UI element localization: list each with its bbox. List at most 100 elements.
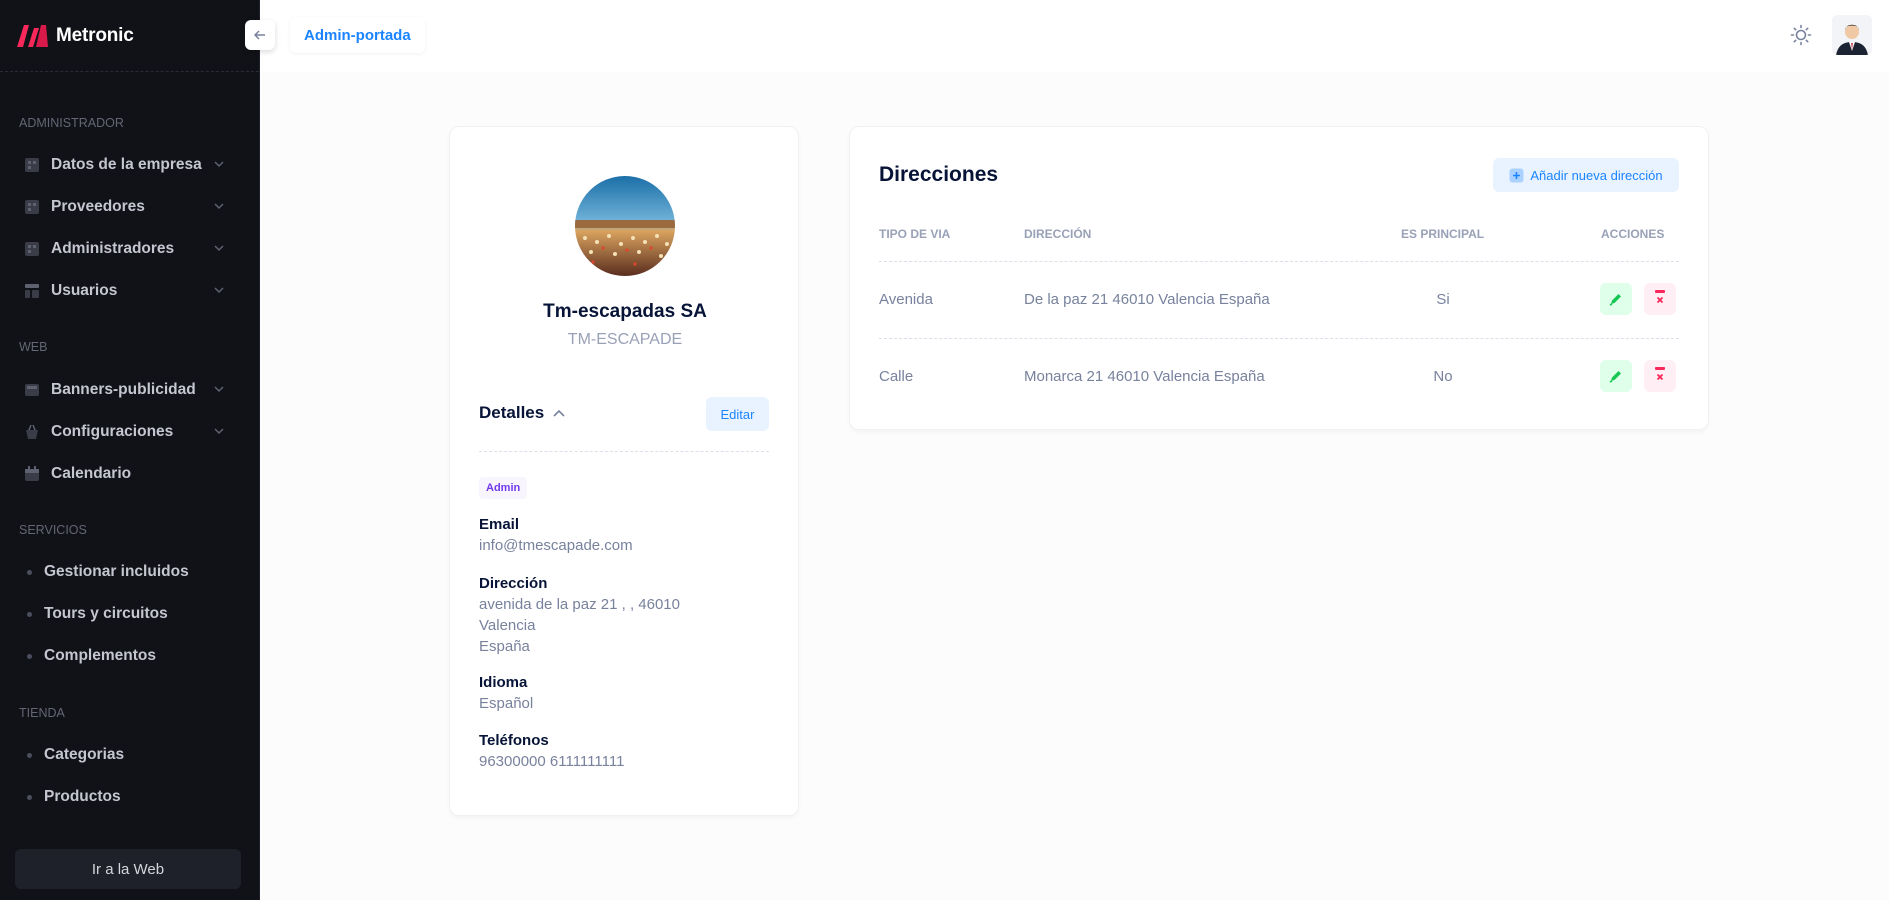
calendar-icon	[25, 466, 39, 481]
company-photo	[575, 176, 675, 276]
banner-icon	[25, 384, 39, 396]
add-address-button[interactable]: Añadir nueva dirección	[1493, 158, 1679, 192]
section-administrador: ADMINISTRADOR	[19, 116, 124, 130]
sidebar-item-label: Banners-publicidad	[51, 381, 196, 398]
row-principal: No	[1433, 368, 1453, 385]
delete-address-button[interactable]	[1644, 360, 1676, 392]
chevron-up-icon	[553, 409, 565, 417]
trash-icon	[1655, 290, 1665, 304]
details-toggle[interactable]: Detalles	[479, 403, 566, 423]
chevron-down-icon	[214, 245, 224, 252]
details-title: Detalles	[479, 403, 545, 422]
chevron-down-icon	[214, 287, 224, 294]
sidebar-item-administradores[interactable]: Administradores	[0, 228, 260, 270]
sidebar-item-banners[interactable]: Banners-publicidad	[0, 369, 260, 411]
column-header-tipo: TIPO DE VIA	[879, 227, 951, 241]
chevron-down-icon	[214, 161, 224, 168]
trash-icon	[1655, 367, 1665, 381]
divider	[879, 261, 1679, 262]
sidebar-item-configuraciones[interactable]: Configuraciones	[0, 411, 260, 453]
arrow-left-icon	[254, 30, 265, 40]
chevron-down-icon	[214, 428, 224, 435]
address-line-2: Valencia	[479, 617, 536, 634]
sidebar-item-categorias[interactable]: Categorias	[0, 734, 260, 776]
row-tipo: Avenida	[879, 291, 933, 308]
address-label: Dirección	[479, 575, 548, 592]
column-header-acciones: ACCIONES	[1601, 227, 1665, 241]
row-direccion: De la paz 21 46010 Valencia España	[1024, 291, 1270, 308]
chevron-down-icon	[214, 203, 224, 210]
sidebar: Metronic ADMINISTRADOR Datos de la empre…	[0, 0, 260, 900]
sidebar-item-datos-empresa[interactable]: Datos de la empresa	[0, 144, 260, 186]
bullet-icon	[27, 794, 32, 800]
building-icon	[25, 200, 39, 214]
phones-value: 96300000 6111111111	[479, 753, 625, 770]
row-direccion: Monarca 21 46010 Valencia España	[1024, 368, 1265, 385]
building-icon	[25, 158, 39, 172]
company-code: TM-ESCAPADE	[567, 331, 683, 348]
row-principal: Si	[1436, 291, 1450, 308]
email-label: Email	[479, 516, 520, 533]
divider	[479, 451, 769, 452]
column-header-direccion: DIRECCIÓN	[1024, 227, 1092, 241]
address-line-3: España	[479, 638, 530, 655]
edit-address-button[interactable]	[1600, 360, 1632, 392]
sidebar-item-complementos[interactable]: Complementos	[0, 635, 260, 677]
sidebar-item-label: Gestionar incluidos	[44, 563, 189, 580]
sidebar-item-label: Configuraciones	[51, 423, 174, 440]
section-servicios: SERVICIOS	[19, 523, 87, 537]
layout-icon	[25, 284, 39, 298]
edit-address-button[interactable]	[1600, 283, 1632, 315]
sidebar-item-label: Tours y circuitos	[44, 605, 168, 622]
sidebar-item-label: Datos de la empresa	[51, 156, 202, 173]
bullet-icon	[27, 611, 32, 617]
sidebar-item-label: Calendario	[51, 465, 132, 482]
role-badge: Admin	[479, 477, 528, 499]
plus-square-icon	[1509, 168, 1524, 182]
sidebar-toggle-button[interactable]	[245, 20, 275, 50]
user-avatar-image	[1832, 15, 1872, 55]
sun-icon[interactable]	[1790, 24, 1812, 46]
bullet-icon	[27, 752, 32, 758]
bullet-icon	[27, 653, 32, 659]
language-value: Español	[479, 695, 534, 712]
language-label: Idioma	[479, 674, 528, 691]
sidebar-item-usuarios[interactable]: Usuarios	[0, 270, 260, 312]
sidebar-item-productos[interactable]: Productos	[0, 776, 260, 818]
add-address-label: Añadir nueva dirección	[1530, 167, 1663, 183]
profile-card: Tm-escapadas SA TM-ESCAPADE Detalles Edi…	[449, 126, 799, 816]
sidebar-item-tours-circuitos[interactable]: Tours y circuitos	[0, 593, 260, 635]
go-to-web-button[interactable]: Ir a la Web	[15, 849, 241, 889]
row-tipo: Calle	[879, 368, 914, 385]
section-web: WEB	[19, 340, 48, 354]
sidebar-item-proveedores[interactable]: Proveedores	[0, 186, 260, 228]
sidebar-item-gestionar-incluidos[interactable]: Gestionar incluidos	[0, 551, 260, 593]
sidebar-item-label: Complementos	[44, 647, 156, 664]
addresses-title: Direcciones	[879, 163, 999, 186]
sidebar-item-label: Administradores	[51, 240, 175, 257]
divider	[879, 338, 1679, 339]
user-avatar[interactable]	[1832, 15, 1872, 55]
address-line-1: avenida de la paz 21 , , 46010	[479, 596, 680, 613]
brand-logo[interactable]: Metronic	[0, 0, 259, 72]
company-photo-image	[575, 176, 675, 276]
top-header: Admin-portada	[260, 0, 1889, 72]
column-header-principal: ES PRINCIPAL	[1401, 227, 1485, 241]
delete-address-button[interactable]	[1644, 283, 1676, 315]
phones-label: Teléfonos	[479, 732, 549, 749]
sidebar-item-calendario[interactable]: Calendario	[0, 453, 260, 495]
email-value: info@tmescapade.com	[479, 537, 633, 554]
pencil-icon	[1609, 294, 1621, 306]
brand-name: Metronic	[56, 24, 134, 46]
edit-button[interactable]: Editar	[706, 397, 769, 431]
sidebar-item-label: Productos	[44, 788, 121, 805]
sidebar-item-label: Usuarios	[51, 282, 118, 299]
sidebar-item-label: Categorias	[44, 746, 125, 763]
addresses-card: Direcciones Añadir nueva dirección TIPO …	[849, 126, 1709, 430]
section-tienda: TIENDA	[19, 706, 65, 720]
building-icon	[25, 242, 39, 256]
chevron-down-icon	[214, 386, 224, 393]
basket-icon	[26, 424, 38, 439]
bullet-icon	[27, 569, 32, 575]
breadcrumb-admin-portada[interactable]: Admin-portada	[290, 17, 425, 53]
